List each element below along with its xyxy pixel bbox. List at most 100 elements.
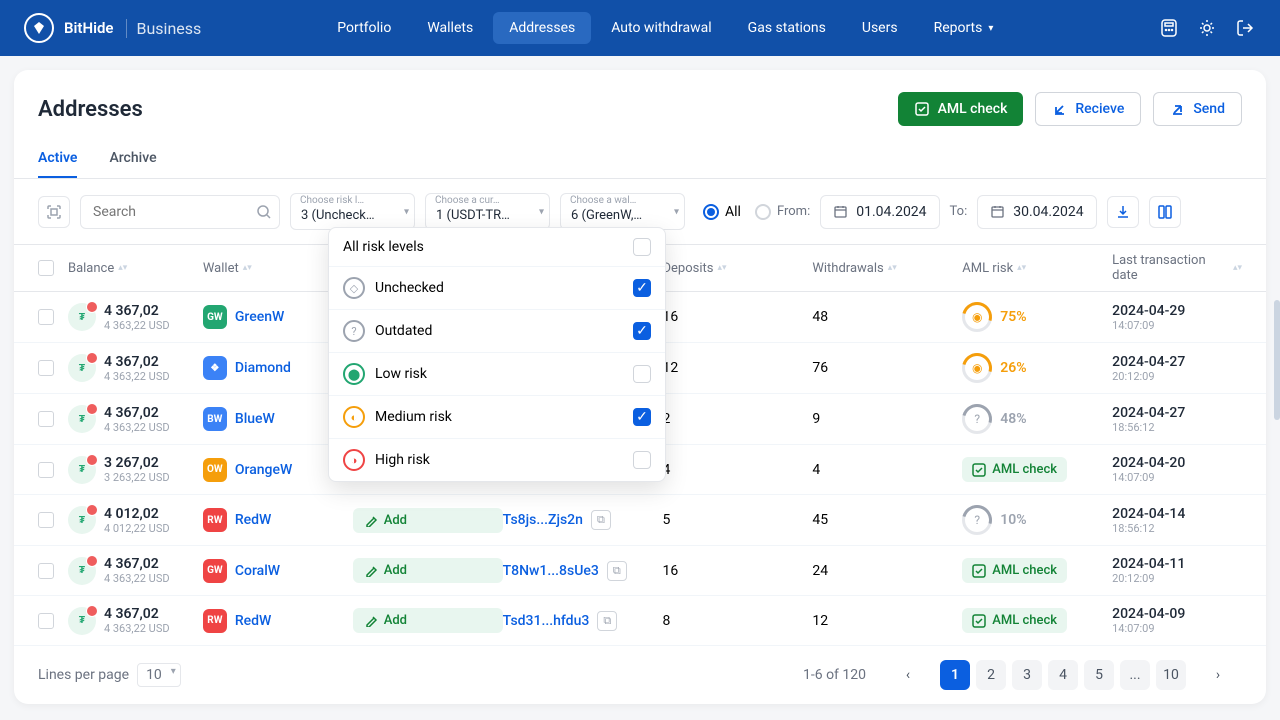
nav-portfolio[interactable]: Portfolio bbox=[321, 12, 407, 44]
nav-addresses[interactable]: Addresses bbox=[493, 12, 591, 44]
logout-icon[interactable] bbox=[1234, 17, 1256, 39]
coin-icon: ₮ bbox=[68, 354, 96, 382]
page-4[interactable]: 4 bbox=[1048, 660, 1078, 690]
dd-low-risk[interactable]: ⬤Low risk bbox=[329, 353, 665, 396]
page-1[interactable]: 1 bbox=[940, 660, 970, 690]
row-checkbox[interactable] bbox=[38, 462, 54, 478]
row-checkbox[interactable] bbox=[38, 360, 54, 376]
columns-icon[interactable] bbox=[1149, 196, 1181, 228]
search-input[interactable] bbox=[80, 195, 280, 229]
next-page[interactable]: › bbox=[1194, 660, 1242, 690]
wallet-link[interactable]: GreenW bbox=[235, 309, 284, 325]
copy-icon[interactable]: ⧉ bbox=[597, 611, 617, 631]
tab-active[interactable]: Active bbox=[38, 140, 77, 178]
nav-wallets[interactable]: Wallets bbox=[411, 12, 489, 44]
tab-archive[interactable]: Archive bbox=[109, 140, 156, 178]
wallet-link[interactable]: RedW bbox=[235, 512, 272, 528]
lpp-select[interactable]: 10 bbox=[137, 663, 181, 687]
address-link[interactable]: Ts8js...Zjs2n bbox=[503, 512, 583, 528]
aml-gauge: ◉ bbox=[962, 353, 992, 383]
checkbox[interactable]: ✓ bbox=[633, 408, 651, 426]
dd-outdated[interactable]: ?Outdated✓ bbox=[329, 310, 665, 353]
aml-gauge: ? bbox=[962, 505, 992, 535]
wallet-link[interactable]: Diamond bbox=[235, 360, 291, 376]
wallet-badge: BW bbox=[203, 407, 227, 431]
radio-from[interactable]: From: bbox=[755, 204, 810, 220]
page-title: Addresses bbox=[38, 97, 143, 122]
checkbox[interactable] bbox=[633, 365, 651, 383]
wallet-link[interactable]: BlueW bbox=[235, 411, 275, 427]
col-withdrawals[interactable]: Withdrawals▴▾ bbox=[812, 261, 962, 276]
receive-button[interactable]: Recieve bbox=[1035, 92, 1141, 126]
date-to[interactable]: 30.04.2024 bbox=[977, 195, 1096, 229]
col-balance[interactable]: Balance▴▾ bbox=[68, 261, 203, 276]
copy-icon[interactable]: ⧉ bbox=[591, 510, 611, 530]
aml-check-btn[interactable]: AML check bbox=[962, 457, 1067, 482]
send-button[interactable]: Send bbox=[1153, 92, 1242, 126]
risk-select[interactable]: Choose risk l… 3 (Uncheck… ▾ bbox=[290, 193, 415, 230]
row-checkbox[interactable] bbox=[38, 563, 54, 579]
row-checkbox[interactable] bbox=[38, 309, 54, 325]
wallet-badge: GW bbox=[203, 559, 227, 583]
wallet-link[interactable]: RedW bbox=[235, 613, 272, 629]
risk-icon: ◐ bbox=[343, 406, 365, 428]
wallet-link[interactable]: CoralW bbox=[235, 563, 280, 579]
nav-users[interactable]: Users bbox=[846, 12, 914, 44]
nav-items: PortfolioWalletsAddressesAuto withdrawal… bbox=[321, 12, 1009, 44]
row-checkbox[interactable] bbox=[38, 512, 54, 528]
date-from[interactable]: 01.04.2024 bbox=[820, 195, 939, 229]
coin-icon: ₮ bbox=[68, 405, 96, 433]
dd-medium-risk[interactable]: ◐Medium risk✓ bbox=[329, 396, 665, 439]
address-link[interactable]: Tsd31...hfdu3 bbox=[503, 613, 590, 629]
table-row: ₮ 4 367,024 363,22 USD GW CoralW Add T8N… bbox=[14, 546, 1266, 596]
col-aml[interactable]: AML risk▴▾ bbox=[962, 261, 1112, 276]
scrollbar[interactable] bbox=[1274, 300, 1280, 420]
prev-page[interactable]: ‹ bbox=[884, 660, 932, 690]
checkbox[interactable]: ✓ bbox=[633, 322, 651, 340]
calculator-icon[interactable] bbox=[1158, 17, 1180, 39]
nav-reports[interactable]: Reports▾ bbox=[918, 12, 1010, 44]
page-...[interactable]: ... bbox=[1120, 660, 1150, 690]
gear-icon[interactable] bbox=[1196, 17, 1218, 39]
nav-gas-stations[interactable]: Gas stations bbox=[732, 12, 842, 44]
aml-check-btn[interactable]: AML check bbox=[962, 608, 1067, 633]
wallet-badge: RW bbox=[203, 508, 227, 532]
wallet-link[interactable]: OrangeW bbox=[235, 462, 292, 478]
top-nav: BitHide Business PortfolioWalletsAddress… bbox=[0, 0, 1280, 56]
aml-check-button[interactable]: AML check bbox=[898, 92, 1024, 126]
table-row: ₮ 4 367,024 363,22 USD RW RedW Add Tsd31… bbox=[14, 596, 1266, 646]
dd-unchecked[interactable]: ◇Unchecked✓ bbox=[329, 267, 665, 310]
checkbox[interactable] bbox=[633, 238, 651, 256]
address-link[interactable]: T8Nw1...8sUe3 bbox=[503, 563, 599, 579]
page-10[interactable]: 10 bbox=[1156, 660, 1186, 690]
page-header: Addresses AML check Recieve Send bbox=[14, 70, 1266, 140]
wallet-badge: RW bbox=[203, 609, 227, 633]
row-checkbox[interactable] bbox=[38, 411, 54, 427]
logo[interactable]: BitHide Business bbox=[24, 13, 201, 43]
aml-check-btn[interactable]: AML check bbox=[962, 558, 1067, 583]
scan-icon[interactable] bbox=[38, 196, 70, 228]
nav-auto-withdrawal[interactable]: Auto withdrawal bbox=[595, 12, 727, 44]
checkbox[interactable] bbox=[633, 451, 651, 469]
risk-icon: ? bbox=[343, 320, 365, 342]
col-date[interactable]: Last transaction date▴▾ bbox=[1112, 253, 1242, 283]
checkbox[interactable]: ✓ bbox=[633, 279, 651, 297]
col-deposits[interactable]: Deposits▴▾ bbox=[662, 261, 812, 276]
page-3[interactable]: 3 bbox=[1012, 660, 1042, 690]
row-checkbox[interactable] bbox=[38, 613, 54, 629]
page-2[interactable]: 2 bbox=[976, 660, 1006, 690]
dd-all-levels[interactable]: All risk levels bbox=[329, 228, 665, 267]
page-info: 1-6 of 120 bbox=[803, 667, 866, 683]
select-all-checkbox[interactable] bbox=[38, 260, 54, 276]
wallet-select[interactable]: Choose a wal… 6 (GreenW,… ▾ bbox=[560, 193, 685, 230]
copy-icon[interactable]: ⧉ bbox=[607, 561, 627, 581]
add-user-btn[interactable]: Add bbox=[353, 608, 503, 633]
brand-name: BitHide bbox=[64, 19, 114, 37]
export-icon[interactable] bbox=[1107, 196, 1139, 228]
radio-all[interactable]: All bbox=[703, 204, 741, 220]
add-user-btn[interactable]: Add bbox=[353, 558, 503, 583]
currency-select[interactable]: Choose a cur… 1 (USDT-TR… ▾ bbox=[425, 193, 550, 230]
add-user-btn[interactable]: Add bbox=[353, 508, 503, 533]
page-5[interactable]: 5 bbox=[1084, 660, 1114, 690]
dd-high-risk[interactable]: ◑High risk bbox=[329, 439, 665, 481]
